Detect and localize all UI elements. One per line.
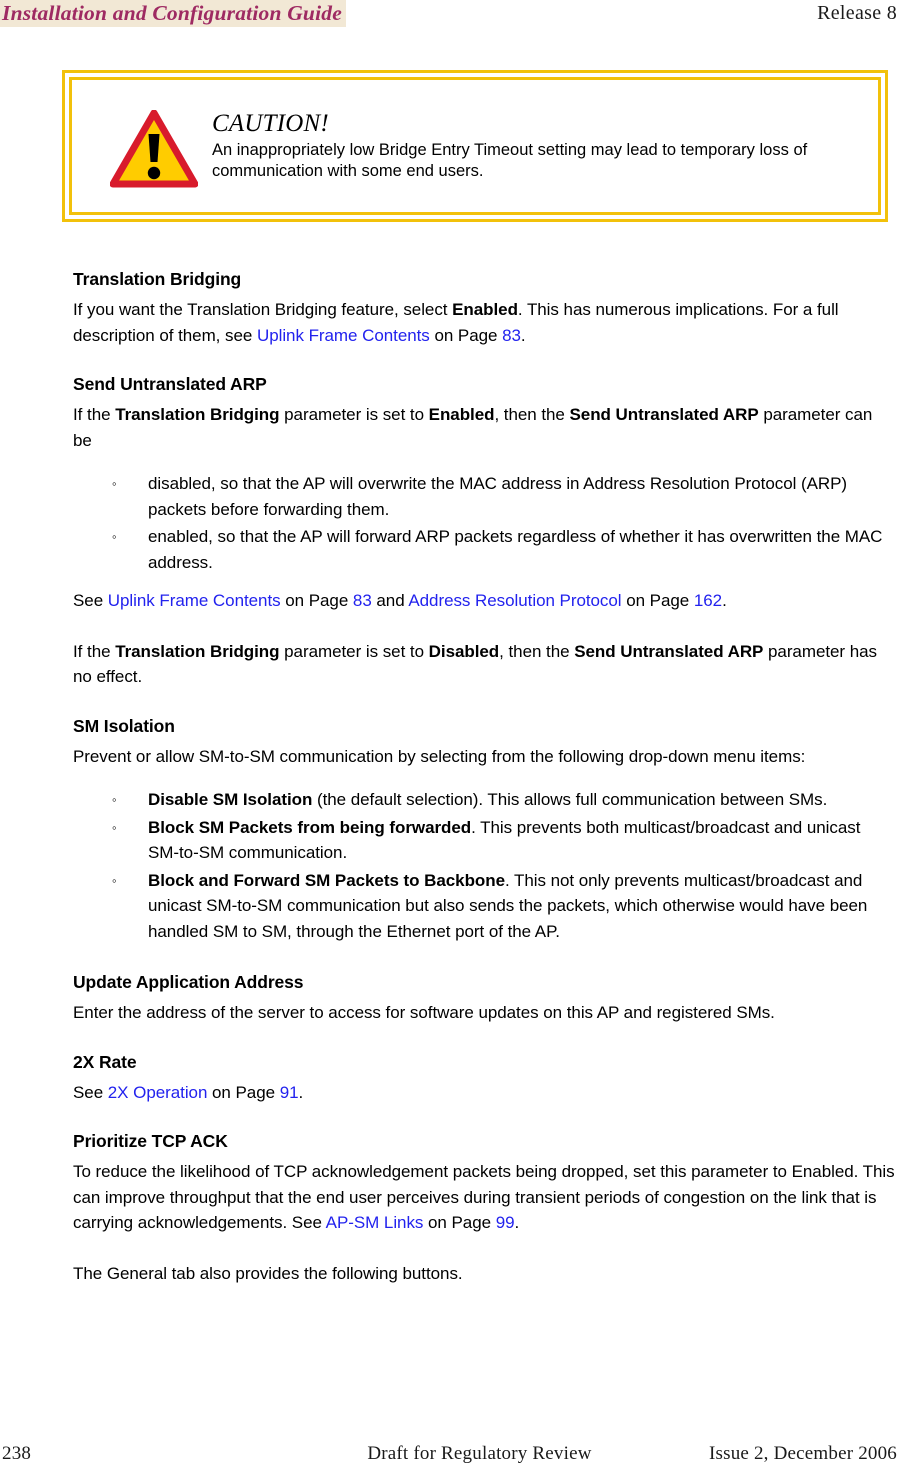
heading-translation-bridging: Translation Bridging — [73, 269, 242, 289]
text-run: See — [73, 1082, 108, 1102]
bold-send-untranslated-arp: Send Untranslated ARP — [569, 405, 759, 424]
xref-page-number[interactable]: 91 — [280, 1083, 299, 1102]
heading-2x-rate: 2X Rate — [73, 1051, 137, 1072]
bullet-icon: ◦ — [112, 476, 117, 491]
list-item: ◦ Block and Forward SM Packets to Backbon… — [73, 868, 895, 945]
bold-enabled: Enabled — [452, 300, 518, 319]
list-item-label: Block SM Packets from being forwarded — [148, 817, 472, 837]
bullet-icon: ◦ — [112, 872, 117, 888]
list-item-label: Block and Forward SM Packets to Backbone — [148, 870, 505, 890]
caution-heading: CAUTION! — [212, 110, 329, 137]
header-guide-title: Installation and Configuration Guide — [0, 0, 346, 27]
xref-page-number[interactable]: 162 — [694, 591, 722, 610]
warning-triangle-icon — [109, 109, 199, 193]
caution-body: CAUTION! An inappropriately low Bridge E… — [198, 108, 860, 182]
list-item-label: Disable SM Isolation — [148, 790, 313, 809]
list-sm-isolation-options: ◦ Disable SM Isolation (the default selec… — [73, 787, 895, 944]
text-run: on Page — [207, 1082, 280, 1102]
paragraph-closing: The General tab also provides the follow… — [73, 1263, 463, 1283]
xref-page-number[interactable]: 99 — [496, 1213, 515, 1232]
heading-prioritize-tcp-ack: Prioritize TCP ACK — [73, 1131, 228, 1151]
text-run: , then the — [494, 405, 570, 424]
text-run: If the — [73, 641, 116, 661]
list-send-untranslated-arp-options: ◦ disabled, so that the AP will overwrite… — [73, 471, 895, 575]
text-run: on Page — [280, 591, 353, 610]
text-run: . — [722, 591, 727, 610]
heading-update-application-address: Update Application Address — [73, 972, 304, 992]
text-run: . — [514, 1213, 520, 1232]
paragraph-send-untranslated-arp-enabled: If the Translation Bridging parameter is… — [73, 402, 895, 453]
heading-send-untranslated-arp: Send Untranslated ARP — [73, 374, 267, 394]
text-run: If you want the Translation Bridging fea… — [73, 300, 453, 319]
text-run: , then the — [499, 641, 575, 661]
xref-ap-sm-links[interactable]: AP-SM Links — [326, 1213, 424, 1232]
paragraph-sm-isolation: Prevent or allow SM-to-SM communication … — [73, 746, 806, 766]
bold-translation-bridging: Translation Bridging — [115, 405, 280, 424]
page-header: Installation and Configuration Guide Rel… — [0, 0, 899, 27]
text-run: . — [298, 1082, 304, 1102]
caution-box-inner: CAUTION! An inappropriately low Bridge E… — [69, 77, 881, 215]
xref-address-resolution-protocol[interactable]: Address Resolution Protocol — [408, 591, 621, 610]
paragraph-send-untranslated-arp-disabled: If the Translation Bridging parameter is… — [73, 639, 895, 690]
text-run: parameter is set to — [279, 405, 429, 424]
bullet-icon: ◦ — [112, 819, 117, 835]
header-release-label: Release 8 — [817, 2, 897, 24]
caution-text: An inappropriately low Bridge Entry Time… — [212, 141, 808, 180]
text-run: and — [371, 591, 409, 610]
xref-page-number[interactable]: 83 — [353, 591, 372, 610]
text-run: on Page — [423, 1213, 496, 1232]
paragraph-update-application-address: Enter the address of the server to acces… — [73, 1003, 775, 1022]
list-item: ◦ disabled, so that the AP will overwrite… — [73, 471, 895, 522]
list-item: ◦ Disable SM Isolation (the default selec… — [73, 787, 895, 813]
text-run: . — [520, 325, 526, 345]
paragraph-translation-bridging: If you want the Translation Bridging fea… — [73, 297, 895, 348]
document-content: Translation Bridging If you want the Tra… — [73, 268, 895, 1286]
text-run: parameter is set to — [279, 641, 429, 661]
list-item-text: enabled, so that the AP will forward ARP… — [148, 527, 883, 572]
list-item-text: disabled, so that the AP will overwrite … — [148, 474, 848, 519]
footer-issue-label: Issue 2, December 2006 — [708, 1443, 897, 1464]
xref-2x-operation[interactable]: 2X Operation — [108, 1083, 208, 1102]
xref-uplink-frame-contents[interactable]: Uplink Frame Contents — [257, 326, 430, 345]
heading-sm-isolation: SM Isolation — [73, 715, 175, 736]
list-item: ◦ enabled, so that the AP will forward AR… — [73, 524, 895, 575]
xref-uplink-frame-contents[interactable]: Uplink Frame Contents — [108, 591, 281, 610]
caution-box: CAUTION! An inappropriately low Bridge E… — [62, 70, 888, 222]
bold-send-untranslated-arp: Send Untranslated ARP — [574, 641, 764, 661]
list-item-text: (the default selection). This allows ful… — [312, 790, 828, 809]
paragraph-2x-rate: See 2X Operation on Page 91. — [73, 1080, 895, 1106]
text-run: on Page — [621, 591, 694, 610]
list-item: ◦ Block SM Packets from being forwarded. … — [73, 815, 895, 866]
paragraph-see-references: See Uplink Frame Contents on Page 83 and… — [73, 588, 895, 614]
text-run: See — [73, 591, 108, 610]
bullet-icon: ◦ — [112, 529, 117, 544]
text-run: If the — [73, 405, 116, 424]
bold-translation-bridging: Translation Bridging — [115, 641, 280, 661]
bold-disabled: Disabled — [428, 641, 500, 661]
text-run: on Page — [429, 325, 503, 345]
paragraph-prioritize-tcp-ack: To reduce the likelihood of TCP acknowle… — [73, 1159, 895, 1236]
xref-page-number[interactable]: 83 — [502, 326, 521, 345]
bullet-icon: ◦ — [112, 792, 117, 807]
page-footer: 238 Draft for Regulatory Review Issue 2,… — [0, 1443, 899, 1469]
bold-enabled: Enabled — [428, 405, 495, 424]
